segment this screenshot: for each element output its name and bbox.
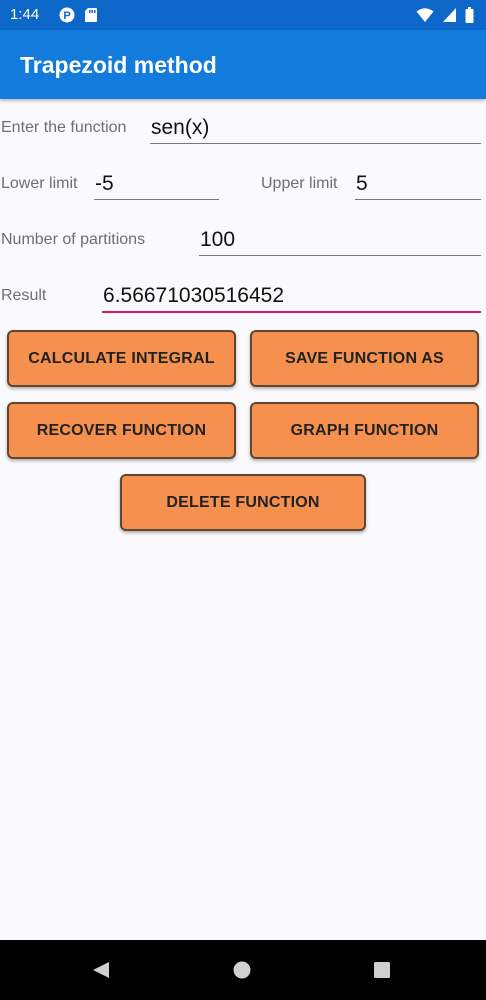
recents-icon[interactable]	[374, 962, 390, 983]
upper-limit-input[interactable]: 5	[355, 169, 481, 200]
navigation-bar	[0, 940, 486, 1000]
status-right-icons	[416, 7, 474, 28]
function-input[interactable]: sen(x)	[150, 113, 481, 144]
result-field[interactable]: 6.56671030516452	[102, 281, 481, 313]
lower-limit-input[interactable]: -5	[94, 169, 219, 200]
status-bar: 1:44 P	[0, 0, 486, 30]
wifi-icon	[416, 7, 434, 28]
back-icon[interactable]	[92, 961, 110, 984]
app-bar: Trapezoid method	[0, 30, 486, 99]
partitions-input[interactable]: 100	[199, 225, 481, 256]
status-time: 1:44	[10, 6, 40, 23]
page-title: Trapezoid method	[20, 52, 217, 78]
upper-limit-label: Upper limit	[261, 175, 338, 192]
function-label: Enter the function	[1, 119, 127, 136]
result-label: Result	[1, 287, 47, 304]
calculate-integral-button[interactable]: CALCULATE INTEGRAL	[7, 330, 236, 387]
p-badge-icon: P	[58, 7, 76, 28]
recover-function-button[interactable]: RECOVER FUNCTION	[7, 402, 236, 459]
cell-signal-icon	[442, 7, 457, 28]
sd-card-icon	[84, 7, 98, 28]
partitions-label: Number of partitions	[1, 231, 146, 248]
home-icon[interactable]	[233, 961, 251, 984]
graph-function-button[interactable]: GRAPH FUNCTION	[250, 402, 479, 459]
delete-function-button[interactable]: DELETE FUNCTION	[120, 474, 366, 531]
status-left-icons: P	[58, 7, 98, 28]
battery-icon	[465, 7, 474, 28]
lower-limit-label: Lower limit	[1, 175, 78, 192]
svg-text:P: P	[63, 10, 70, 22]
save-function-as-button[interactable]: SAVE FUNCTION AS	[250, 330, 479, 387]
